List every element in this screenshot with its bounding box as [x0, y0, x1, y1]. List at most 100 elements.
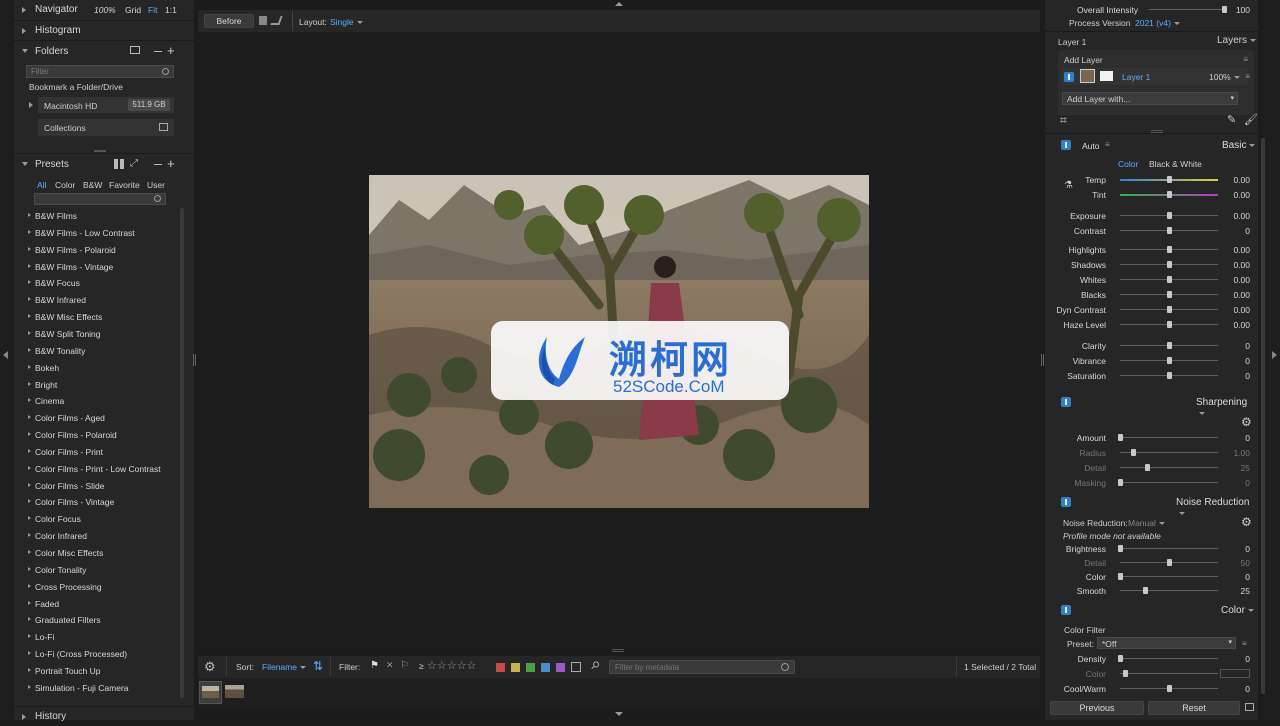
slider-track[interactable]: [1118, 573, 1218, 580]
slider-contrast[interactable]: Contrast 0: [1051, 223, 1256, 238]
flag-picked-icon[interactable]: ⚑: [370, 660, 379, 671]
preset-tab-color[interactable]: Color: [55, 180, 75, 190]
zoom-100[interactable]: 100%: [94, 5, 116, 15]
color-label-swatch[interactable]: [511, 663, 520, 673]
thumbnail-selected[interactable]: [199, 681, 222, 704]
flag-rejected-icon[interactable]: ✕: [386, 660, 394, 671]
preset-item[interactable]: Bokeh: [14, 360, 180, 376]
compare-icon[interactable]: [270, 16, 283, 25]
bookmark-folder-link[interactable]: Bookmark a Folder/Drive: [29, 82, 123, 92]
zoom-fit[interactable]: Fit: [148, 5, 157, 15]
color-label-filter[interactable]: [496, 662, 571, 673]
no-color-label-icon[interactable]: [571, 662, 581, 672]
preset-item[interactable]: Bright: [14, 377, 180, 393]
slider-knob[interactable]: [1118, 434, 1123, 441]
slider-detail[interactable]: Detail 25: [1051, 460, 1256, 475]
slider-exposure[interactable]: Exposure 0.00: [1051, 208, 1256, 223]
preset-scrollbar[interactable]: [180, 208, 184, 698]
slider-tint[interactable]: Tint 0.00: [1051, 187, 1256, 202]
slider-track[interactable]: [1120, 306, 1218, 313]
slider-track[interactable]: [1120, 321, 1218, 328]
slider-smooth[interactable]: Smooth 25: [1051, 583, 1256, 598]
slider-vibrance[interactable]: Vibrance 0: [1051, 353, 1256, 368]
preset-item[interactable]: Color Films - Polaroid: [14, 427, 180, 443]
plus-icon[interactable]: +: [167, 156, 175, 171]
slider-clarity[interactable]: Clarity 0: [1051, 338, 1256, 353]
auto-button[interactable]: Auto: [1082, 141, 1100, 151]
bottom-collapse-arrow[interactable]: [615, 712, 623, 716]
color-label-swatch[interactable]: [556, 663, 565, 673]
slider-knob[interactable]: [1167, 246, 1172, 253]
preset-item[interactable]: Lo-Fi (Cross Processed): [14, 646, 180, 662]
left-edge-arrow[interactable]: [3, 351, 8, 359]
sort-direction-icon[interactable]: ⇅: [313, 659, 323, 673]
preset-item[interactable]: B&W Films - Polaroid: [14, 242, 180, 258]
slider-track[interactable]: [1120, 464, 1218, 471]
slider-track[interactable]: [1120, 357, 1218, 364]
slider-masking[interactable]: Masking 0: [1051, 475, 1256, 490]
menu-icon[interactable]: ≡: [1245, 72, 1250, 81]
menu-icon[interactable]: ≡: [1242, 639, 1247, 648]
panel-toggle-icon[interactable]: [1061, 497, 1071, 507]
preset-item[interactable]: Color Tonality: [14, 562, 180, 578]
slider-knob[interactable]: [1118, 545, 1123, 552]
preset-item[interactable]: Color Films - Print - Low Contrast: [14, 461, 180, 477]
slider-track[interactable]: [1120, 670, 1218, 677]
basic-tab-color[interactable]: Color: [1118, 159, 1138, 169]
plus-icon[interactable]: +: [167, 43, 175, 58]
preset-item[interactable]: B&W Films - Low Contrast: [14, 225, 180, 241]
slider-knob[interactable]: [1130, 449, 1136, 456]
sharpening-header[interactable]: Sharpening: [1045, 394, 1256, 415]
top-collapse-arrow[interactable]: [615, 2, 623, 6]
basic-header[interactable]: Auto ≡ Basic: [1045, 138, 1256, 156]
preset-search-input[interactable]: [34, 193, 166, 205]
slider-blacks[interactable]: Blacks 0.00: [1051, 287, 1256, 302]
layer-opacity[interactable]: 100%: [1209, 72, 1240, 82]
preset-item[interactable]: Lo-Fi: [14, 629, 180, 645]
rating-comparator[interactable]: ≥: [419, 661, 424, 671]
slider-knob[interactable]: [1167, 261, 1172, 268]
folders-header[interactable]: Folders +: [14, 43, 194, 61]
slider-knob[interactable]: [1167, 372, 1172, 379]
slider-track[interactable]: [1120, 342, 1218, 349]
wand-icon[interactable]: ⚲: [588, 658, 603, 673]
slider-track[interactable]: [1120, 372, 1218, 379]
process-version-dropdown[interactable]: 2021 (v4): [1135, 18, 1180, 28]
slider-knob[interactable]: [1118, 655, 1123, 662]
right-scrollbar[interactable]: [1261, 138, 1265, 694]
slider-track[interactable]: [1120, 291, 1218, 298]
previous-button[interactable]: Previous: [1050, 701, 1144, 715]
slider-track[interactable]: [1120, 559, 1218, 566]
slider-amount[interactable]: Amount 0: [1051, 430, 1256, 445]
folder-filter-input[interactable]: Filter: [26, 65, 174, 78]
reset-button[interactable]: Reset: [1148, 701, 1240, 715]
slider-knob[interactable]: [1167, 191, 1172, 198]
basic-tab-bw[interactable]: Black & White: [1149, 159, 1202, 169]
slider-track[interactable]: [1120, 685, 1218, 692]
grid-view-icon[interactable]: [114, 159, 124, 169]
slider-track[interactable]: [1118, 479, 1218, 486]
preset-item[interactable]: B&W Films - Vintage: [14, 259, 180, 275]
slider-knob[interactable]: [1222, 6, 1227, 13]
collections-row[interactable]: Collections: [38, 119, 174, 136]
panel-layout-icon[interactable]: [1245, 703, 1254, 711]
preset-item[interactable]: Color Focus: [14, 511, 180, 527]
preset-item[interactable]: Portrait Touch Up: [14, 663, 180, 679]
slider-brightness[interactable]: Brightness 0: [1051, 541, 1256, 556]
layout-dropdown[interactable]: Single: [330, 17, 363, 27]
navigator-header[interactable]: Navigator 100% Grid Fit 1:1: [14, 1, 194, 19]
left-divider-handle[interactable]: [193, 354, 196, 366]
preset-item[interactable]: Graduated Filters: [14, 612, 180, 628]
color-label-swatch[interactable]: [496, 663, 505, 673]
right-edge-arrow[interactable]: [1272, 351, 1277, 359]
slider-radius[interactable]: Radius 1.00: [1051, 445, 1256, 460]
slider-track[interactable]: [1118, 545, 1218, 552]
filmstrip-resize-grip[interactable]: [612, 649, 624, 652]
layer-visibility-icon[interactable]: [1064, 72, 1074, 82]
resize-grip-icon[interactable]: [94, 150, 106, 152]
histogram-header[interactable]: Histogram: [14, 22, 194, 40]
preset-item[interactable]: B&W Focus: [14, 275, 180, 291]
slider-knob[interactable]: [1167, 291, 1172, 298]
drive-row[interactable]: Macintosh HD 511.9 GB: [26, 97, 174, 113]
slider-haze-level[interactable]: Haze Level 0.00: [1051, 317, 1256, 332]
